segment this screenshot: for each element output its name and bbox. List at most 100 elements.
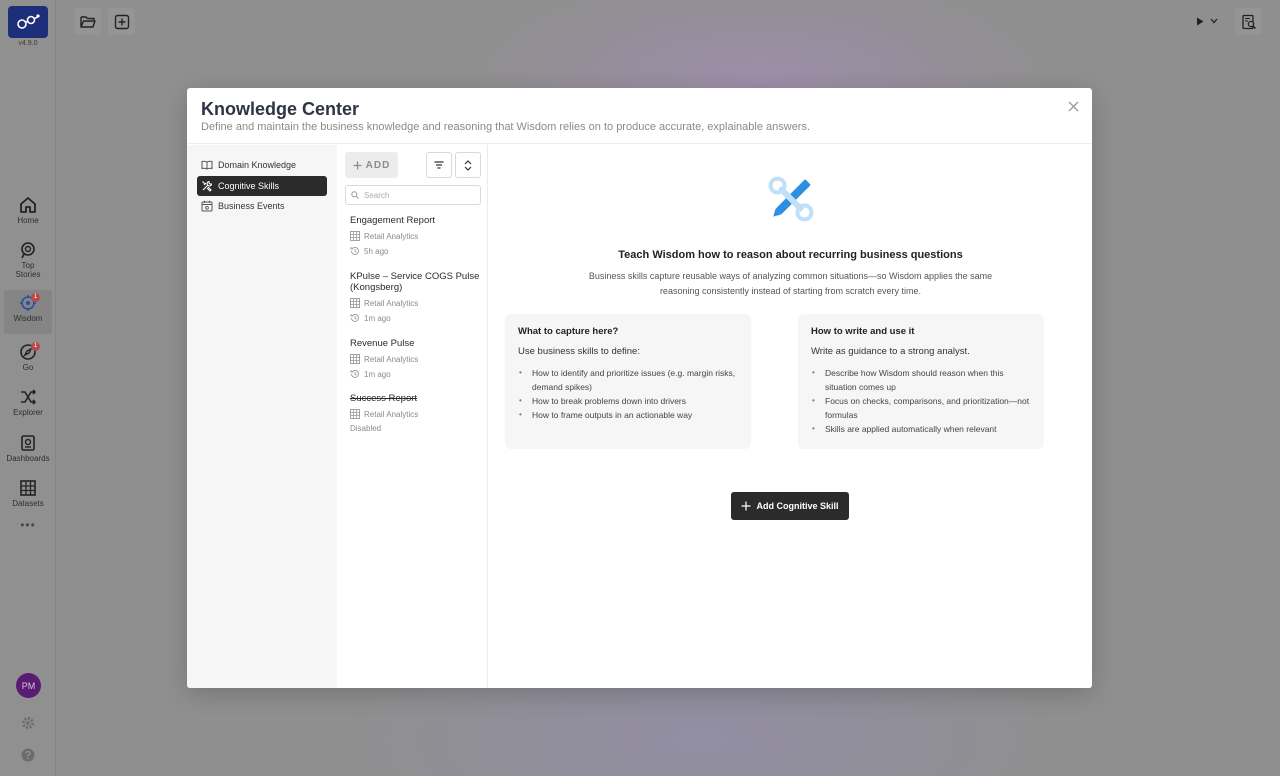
- modal-header: Knowledge Center Define and maintain the…: [187, 88, 1092, 144]
- help-button[interactable]: [20, 747, 36, 763]
- home-icon: [20, 197, 36, 213]
- notification-badge: 1: [31, 293, 40, 302]
- rail-label: Home: [17, 216, 39, 225]
- card-bullet: How to break problems down into drivers: [518, 394, 738, 408]
- table-icon: [350, 231, 360, 241]
- list-item[interactable]: Success Report Retail Analytics Disabled: [350, 393, 480, 433]
- avatar[interactable]: PM: [16, 673, 41, 698]
- rail-item-datasets[interactable]: Datasets: [4, 475, 52, 519]
- updated-label: 5h ago: [364, 246, 389, 256]
- rail-item-top-stories[interactable]: Top Stories: [4, 237, 52, 281]
- list-item[interactable]: Revenue Pulse Retail Analytics 1m ago: [350, 338, 480, 379]
- filter-icon: [434, 161, 444, 169]
- plus-icon: [353, 161, 362, 169]
- sort-button[interactable]: [455, 152, 481, 178]
- open-folder-button[interactable]: [74, 8, 101, 35]
- list-item[interactable]: Engagement Report Retail Analytics 5h ag…: [350, 215, 480, 256]
- nav-label: Domain Knowledge: [218, 160, 297, 170]
- button-label: Add Cognitive Skill: [756, 501, 839, 511]
- rail-item-dashboards[interactable]: Dashboards: [4, 430, 52, 474]
- history-icon: [350, 370, 359, 378]
- dataset-label: Retail Analytics: [364, 231, 419, 241]
- info-card-capture: What to capture here? Use business skill…: [505, 314, 751, 449]
- tools-illustration-icon: [768, 176, 814, 222]
- rail-item-go[interactable]: 1 Go: [4, 339, 52, 383]
- skill-updated: 1m ago: [350, 313, 480, 323]
- help-icon: [21, 748, 35, 762]
- skill-title: Success Report: [350, 393, 418, 404]
- left-rail: v4.9.0 Home Top Stories 1 Wisdom 1 Go Ex…: [0, 0, 56, 776]
- updated-label: 1m ago: [364, 313, 391, 323]
- close-button[interactable]: [1066, 99, 1080, 113]
- rail-label: Wisdom: [13, 314, 43, 323]
- workspace-button[interactable]: [1235, 8, 1262, 35]
- table-icon: [20, 480, 36, 496]
- skill-updated: 5h ago: [350, 246, 480, 256]
- app-logo[interactable]: [8, 6, 48, 38]
- rail-label: Top Stories: [15, 261, 41, 279]
- info-card-write: How to write and use it Write as guidanc…: [798, 314, 1044, 449]
- run-menu[interactable]: [1196, 14, 1224, 28]
- nav-label: Business Events: [218, 201, 285, 211]
- card-bullet: Focus on checks, comparisons, and priori…: [811, 394, 1031, 422]
- document-search-icon: [1241, 14, 1256, 29]
- more-menu[interactable]: •••: [0, 518, 56, 532]
- card-bullets: Describe how Wisdom should reason when t…: [811, 366, 1031, 436]
- card-bullet: Skills are applied automatically when re…: [811, 422, 1031, 436]
- stories-icon: [21, 242, 35, 259]
- calendar-icon: [201, 200, 213, 212]
- sort-icon: [464, 159, 472, 171]
- section-nav: Domain Knowledge Cognitive Skills Busine…: [187, 145, 337, 688]
- skill-title: Revenue Pulse: [350, 338, 415, 349]
- filter-button[interactable]: [426, 152, 452, 178]
- skill-updated: 1m ago: [350, 369, 480, 379]
- card-bullet: Describe how Wisdom should reason when t…: [811, 366, 1031, 394]
- empty-state-title: Teach Wisdom how to reason about recurri…: [618, 249, 963, 261]
- dashboard-icon: [21, 435, 35, 451]
- dataset-label: Retail Analytics: [364, 354, 419, 364]
- card-title: How to write and use it: [811, 326, 915, 337]
- empty-state-panel: Teach Wisdom how to reason about recurri…: [489, 145, 1092, 688]
- search-field[interactable]: [345, 185, 481, 205]
- gear-icon: [22, 717, 34, 729]
- card-lead: Write as guidance to a strong analyst.: [811, 346, 970, 357]
- plus-icon: [741, 501, 751, 511]
- chevron-down-icon: [1210, 18, 1218, 24]
- knowledge-center-modal: Knowledge Center Define and maintain the…: [187, 88, 1092, 688]
- rail-item-explorer[interactable]: Explorer: [4, 384, 52, 428]
- skills-list-panel: ADD Engagement Report Retail Analytics 5…: [337, 145, 488, 688]
- search-input[interactable]: [364, 190, 464, 200]
- nav-item-cognitive-skills[interactable]: Cognitive Skills: [197, 176, 327, 196]
- skill-dataset: Retail Analytics: [350, 409, 480, 419]
- card-bullets: How to identify and prioritize issues (e…: [518, 366, 738, 422]
- modal-title: Knowledge Center: [201, 99, 360, 119]
- modal-subtitle: Define and maintain the business knowled…: [201, 121, 811, 133]
- table-icon: [350, 354, 360, 364]
- table-icon: [350, 409, 360, 419]
- settings-button[interactable]: [20, 715, 36, 731]
- folder-icon: [79, 15, 96, 28]
- card-lead: Use business skills to define:: [518, 346, 640, 357]
- dataset-label: Retail Analytics: [364, 409, 419, 419]
- nav-item-domain-knowledge[interactable]: Domain Knowledge: [197, 155, 327, 175]
- status-label: Disabled: [350, 424, 382, 433]
- plus-square-icon: [114, 14, 129, 29]
- rail-item-wisdom[interactable]: 1 Wisdom: [4, 290, 52, 334]
- app-version: v4.9.0: [18, 40, 38, 47]
- add-label: ADD: [365, 159, 391, 171]
- list-item[interactable]: KPulse – Service COGS Pulse (Kongsberg) …: [350, 271, 480, 323]
- notification-badge: 1: [31, 342, 40, 351]
- table-icon: [350, 298, 360, 308]
- new-item-button[interactable]: [108, 8, 135, 35]
- nav-item-business-events[interactable]: Business Events: [197, 196, 327, 216]
- add-skill-button[interactable]: ADD: [345, 152, 398, 178]
- add-cognitive-skill-button[interactable]: Add Cognitive Skill: [731, 492, 849, 520]
- skill-dataset: Retail Analytics: [350, 298, 480, 308]
- skill-dataset: Retail Analytics: [350, 231, 480, 241]
- updated-label: 1m ago: [364, 369, 391, 379]
- card-title: What to capture here?: [518, 326, 619, 337]
- history-icon: [350, 314, 359, 322]
- logo-icon: [17, 14, 40, 29]
- rail-item-home[interactable]: Home: [4, 192, 52, 236]
- play-icon: [1197, 17, 1204, 25]
